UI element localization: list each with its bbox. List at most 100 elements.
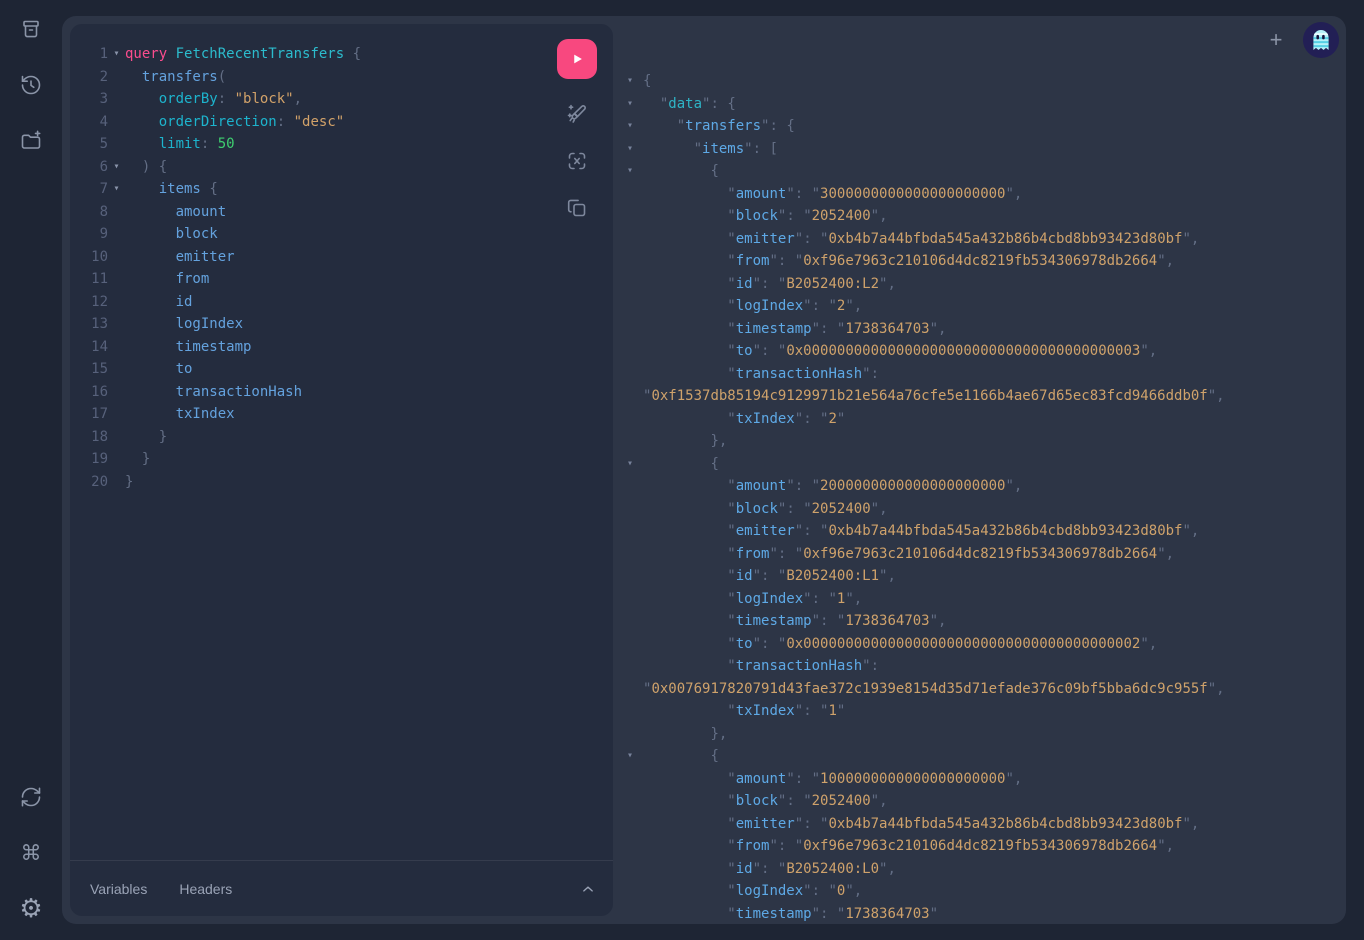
- fold-gutter: [108, 268, 125, 291]
- copy-icon: [565, 196, 589, 220]
- editor-line[interactable]: 6▾ ) {: [70, 156, 613, 179]
- fold-gutter: [627, 295, 643, 318]
- response-line: "amount": "3000000000000000000000",: [627, 183, 1334, 206]
- editor-line[interactable]: 8 amount: [70, 201, 613, 224]
- merge-fragments-button[interactable]: [565, 149, 589, 173]
- workspaces-button[interactable]: [13, 123, 49, 159]
- keyboard-shortcuts-button[interactable]: ⌘: [13, 835, 49, 871]
- settings-button[interactable]: ⚙: [13, 891, 49, 927]
- response-line: "from": "0xf96e7963c210106d4dc8219fb5343…: [627, 835, 1334, 858]
- editor-line[interactable]: 13 logIndex: [70, 313, 613, 336]
- fold-gutter: [108, 201, 125, 224]
- fold-gutter: [627, 475, 643, 498]
- fold-gutter: [627, 565, 643, 588]
- ponder-logo-avatar[interactable]: [1302, 21, 1340, 59]
- editor-line[interactable]: 7▾ items {: [70, 178, 613, 201]
- fold-gutter: [627, 250, 643, 273]
- response-line: ▾ {: [627, 160, 1334, 183]
- sidebar-bottom-group: ⌘ ⚙: [13, 779, 49, 927]
- response-line: "emitter": "0xb4b7a44bfbda545a432b86b4cb…: [627, 813, 1334, 836]
- editor-line[interactable]: 17 txIndex: [70, 403, 613, 426]
- refresh-schema-button[interactable]: [13, 779, 49, 815]
- fold-gutter: [108, 358, 125, 381]
- editor-line[interactable]: 15 to: [70, 358, 613, 381]
- add-tab-button[interactable]: +: [1263, 27, 1289, 53]
- response-line: },: [627, 430, 1334, 453]
- copy-query-button[interactable]: [565, 196, 589, 220]
- line-number: 19: [88, 448, 108, 471]
- fold-gutter: [627, 318, 643, 341]
- editor-line[interactable]: 9 block: [70, 223, 613, 246]
- history-button[interactable]: [13, 67, 49, 103]
- line-number: 10: [88, 246, 108, 269]
- response-line: "logIndex": "1",: [627, 588, 1334, 611]
- prettify-button[interactable]: [565, 102, 589, 126]
- fold-gutter: [627, 543, 643, 566]
- fold-arrow-icon[interactable]: ▾: [627, 160, 643, 183]
- fold-gutter: [108, 291, 125, 314]
- fold-arrow-icon[interactable]: ▾: [108, 43, 125, 66]
- collapse-tools-button[interactable]: [579, 880, 597, 898]
- response-line: "timestamp": "1738364703",: [627, 610, 1334, 633]
- fold-gutter: [627, 498, 643, 521]
- response-line: ▾ "items": [: [627, 138, 1334, 161]
- editor-line[interactable]: 10 emitter: [70, 246, 613, 269]
- fold-arrow-icon[interactable]: ▾: [627, 138, 643, 161]
- docs-button[interactable]: [13, 11, 49, 47]
- editor-line[interactable]: 4 orderDirection: "desc": [70, 111, 613, 134]
- response-line: "id": "B2052400:L1",: [627, 565, 1334, 588]
- editor-line[interactable]: 19 }: [70, 448, 613, 471]
- editor-line[interactable]: 16 transactionHash: [70, 381, 613, 404]
- fold-arrow-icon[interactable]: ▾: [627, 93, 643, 116]
- fold-gutter: [627, 520, 643, 543]
- fold-arrow-icon[interactable]: ▾: [627, 745, 643, 768]
- editor-line[interactable]: 5 limit: 50: [70, 133, 613, 156]
- fold-gutter: [108, 403, 125, 426]
- query-editor-lines: 1▾query FetchRecentTransfers {2 transfer…: [70, 43, 613, 493]
- fold-gutter: [108, 223, 125, 246]
- editor-line[interactable]: 14 timestamp: [70, 336, 613, 359]
- tab-variables[interactable]: Variables: [90, 881, 147, 897]
- fold-gutter: [627, 205, 643, 228]
- fold-gutter: [627, 273, 643, 296]
- response-line: "logIndex": "2",: [627, 295, 1334, 318]
- fold-arrow-icon[interactable]: ▾: [108, 178, 125, 201]
- fold-arrow-icon[interactable]: ▾: [627, 70, 643, 93]
- line-number: 16: [88, 381, 108, 404]
- response-viewer: ▾{▾ "data": {▾ "transfers": {▾ "items": …: [627, 70, 1334, 924]
- editor-line[interactable]: 18 }: [70, 426, 613, 449]
- fold-gutter: [627, 363, 643, 408]
- editor-line[interactable]: 11 from: [70, 268, 613, 291]
- fold-arrow-icon[interactable]: ▾: [108, 156, 125, 179]
- response-line: ▾ {: [627, 453, 1334, 476]
- fold-arrow-icon[interactable]: ▾: [627, 453, 643, 476]
- fold-gutter: [108, 313, 125, 336]
- fold-gutter: [627, 408, 643, 431]
- fold-arrow-icon[interactable]: ▾: [627, 115, 643, 138]
- editor-line[interactable]: 20}: [70, 471, 613, 494]
- docs-icon: [19, 17, 43, 41]
- response-line: "transactionHash": "0xf1537db85194c91299…: [627, 363, 1334, 408]
- line-number: 13: [88, 313, 108, 336]
- fold-gutter: [627, 723, 643, 746]
- fold-gutter: [627, 183, 643, 206]
- editor-line[interactable]: 3 orderBy: "block",: [70, 88, 613, 111]
- response-line: "timestamp": "1738364703",: [627, 318, 1334, 341]
- response-line: "id": "B2052400:L2",: [627, 273, 1334, 296]
- response-line: "from": "0xf96e7963c210106d4dc8219fb5343…: [627, 543, 1334, 566]
- execute-query-button[interactable]: [557, 39, 597, 79]
- sidebar: ⌘ ⚙: [0, 0, 62, 940]
- response-line: ▾ "transfers": {: [627, 115, 1334, 138]
- response-line: "txIndex": "1": [627, 700, 1334, 723]
- editor-line[interactable]: 2 transfers(: [70, 66, 613, 89]
- line-number: 2: [88, 66, 108, 89]
- response-line: ▾{: [627, 70, 1334, 93]
- tab-headers[interactable]: Headers: [179, 881, 232, 897]
- line-number: 8: [88, 201, 108, 224]
- editor-line[interactable]: 12 id: [70, 291, 613, 314]
- editor-line[interactable]: 1▾query FetchRecentTransfers {: [70, 43, 613, 66]
- line-number: 11: [88, 268, 108, 291]
- response-line: },: [627, 723, 1334, 746]
- line-number: 1: [88, 43, 108, 66]
- query-editor[interactable]: 1▾query FetchRecentTransfers {2 transfer…: [70, 24, 613, 860]
